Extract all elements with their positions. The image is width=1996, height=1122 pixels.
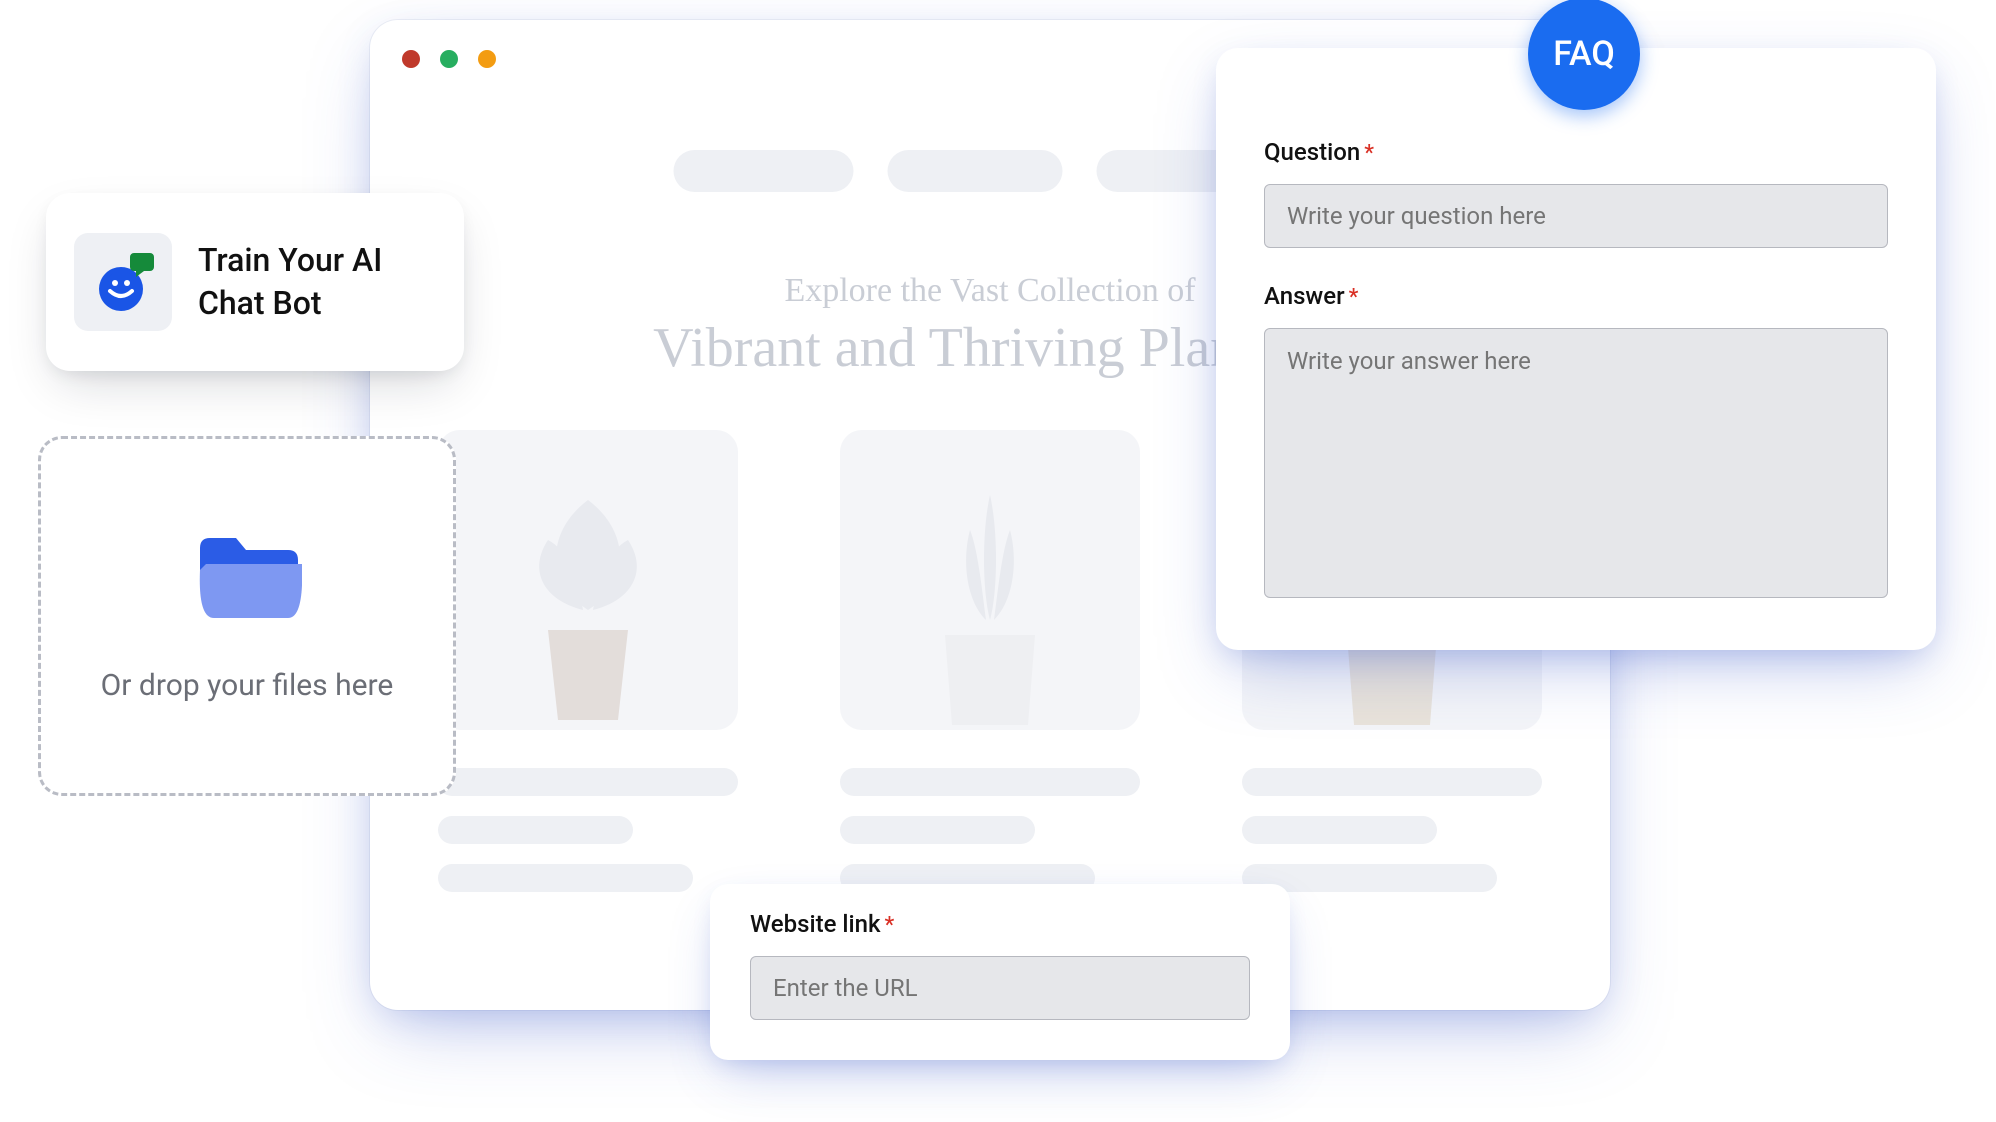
website-link-input[interactable] [750,956,1250,1020]
product-image-placeholder [840,430,1140,730]
file-drop-label: Or drop your files here [101,668,394,703]
website-link-label-text: Website link [750,910,881,938]
nav-placeholder [888,150,1063,192]
train-title-line-1: Train Your AI [198,241,382,279]
faq-card: FAQ Question* Answer* [1216,48,1936,650]
file-drop-zone[interactable]: Or drop your files here [38,436,456,796]
nav-placeholder [674,150,854,192]
faq-answer-label: Answer* [1264,282,1888,310]
faq-answer-label-text: Answer [1264,282,1345,310]
plant-icon [488,490,688,730]
required-indicator: * [1349,285,1359,310]
window-minimize-icon[interactable] [440,50,458,68]
faq-badge: FAQ [1528,0,1640,110]
faq-question-label: Question* [1264,138,1888,166]
product-image-placeholder [438,430,738,730]
faq-question-input[interactable] [1264,184,1888,248]
chatbot-icon [74,233,172,331]
folder-icon [192,530,302,634]
window-zoom-icon[interactable] [478,50,496,68]
faq-answer-input[interactable] [1264,328,1888,598]
website-link-label: Website link* [750,910,1250,938]
required-indicator: * [1364,141,1374,166]
product-card [840,430,1140,912]
train-chatbot-card: Train Your AI Chat Bot [46,193,464,371]
window-traffic-lights [402,50,496,68]
product-text-placeholder [438,768,738,892]
product-card [438,430,738,912]
plant-icon [890,490,1090,730]
website-link-card: Website link* [710,884,1290,1060]
faq-question-label-text: Question [1264,138,1360,166]
train-chatbot-title: Train Your AI Chat Bot [198,239,382,325]
product-text-placeholder [1242,768,1542,892]
nav-placeholder-row [674,150,1307,192]
required-indicator: * [885,913,895,938]
faq-answer-field: Answer* [1264,282,1888,602]
window-close-icon[interactable] [402,50,420,68]
train-title-line-2: Chat Bot [198,284,322,322]
product-text-placeholder [840,768,1140,892]
faq-question-field: Question* [1264,138,1888,248]
stage: Explore the Vast Collection of Vibrant a… [0,0,1996,1122]
